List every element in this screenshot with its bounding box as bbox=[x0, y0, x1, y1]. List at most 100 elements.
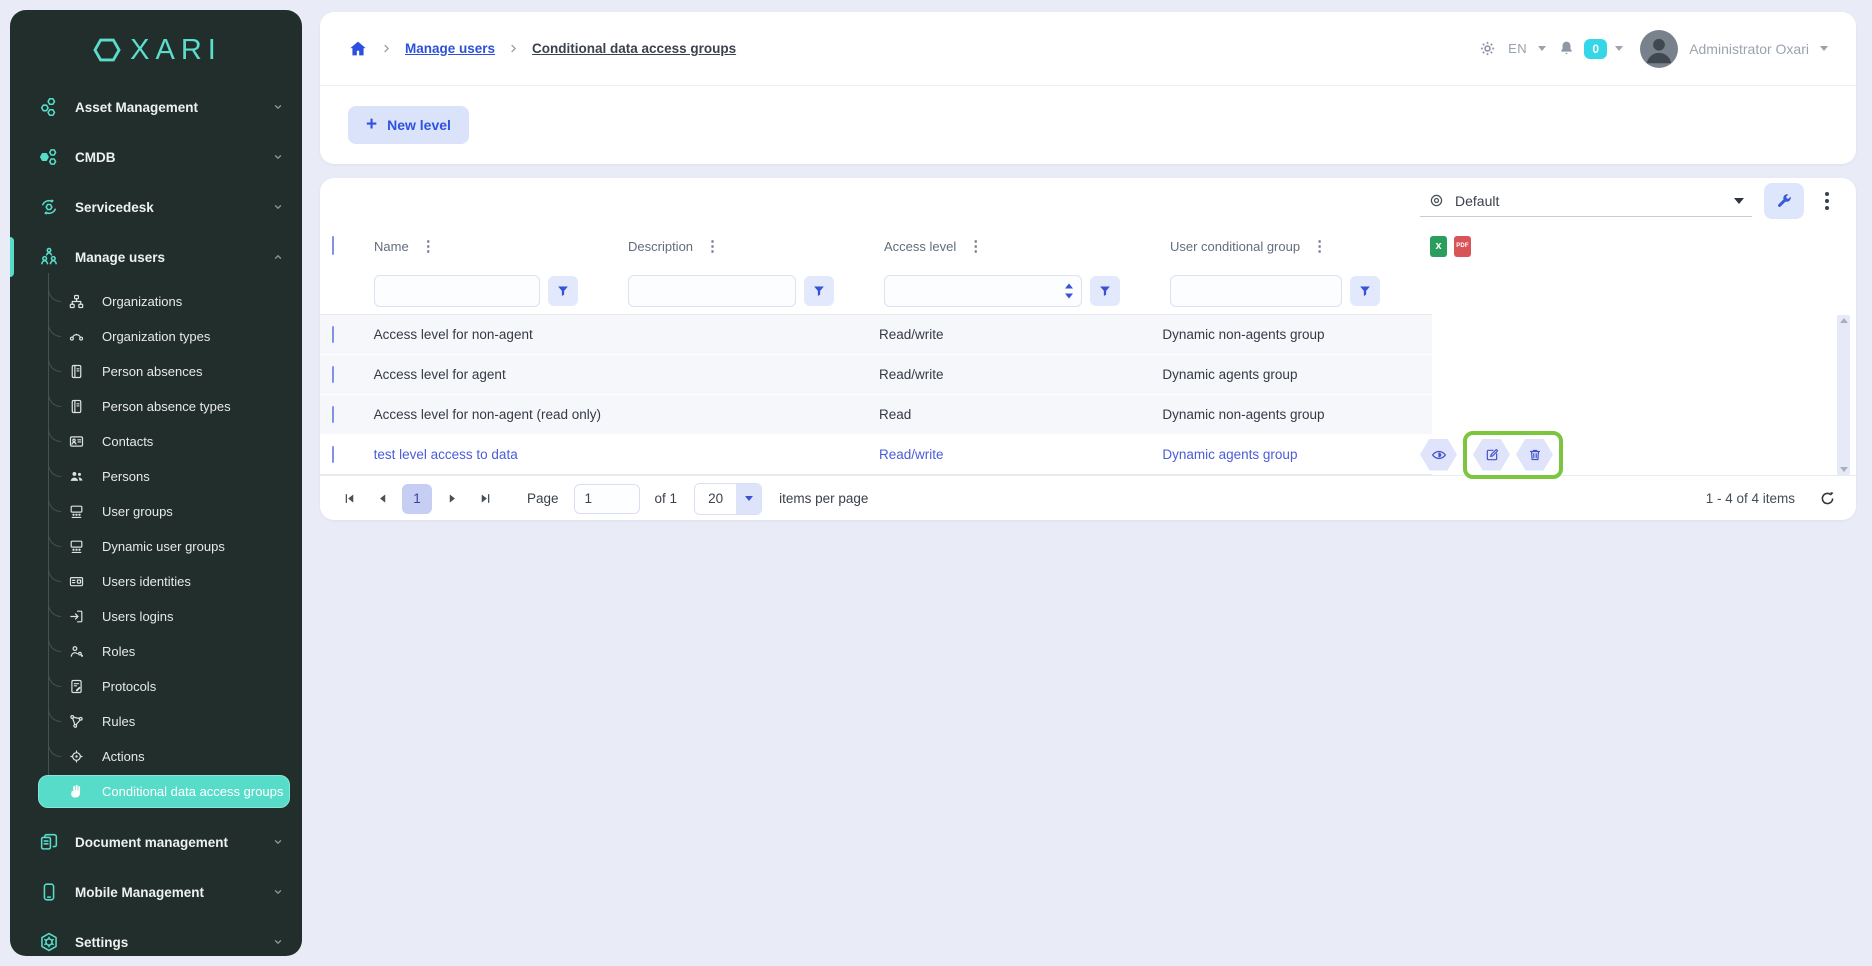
row-checkbox[interactable] bbox=[332, 446, 334, 463]
chevron-down-icon[interactable] bbox=[1820, 46, 1828, 51]
previous-page-button[interactable] bbox=[369, 486, 395, 512]
chevron-right-icon bbox=[508, 43, 519, 54]
sidebar-item-label: Organization types bbox=[102, 329, 210, 344]
sidebar-item-label: Conditional data access groups bbox=[102, 784, 283, 799]
view-selector-value: Default bbox=[1455, 193, 1724, 209]
bell-icon[interactable] bbox=[1557, 39, 1576, 58]
gear-icon[interactable] bbox=[1478, 39, 1497, 58]
user-name[interactable]: Administrator Oxari bbox=[1689, 41, 1809, 57]
sidebar-item-settings[interactable]: Settings bbox=[10, 917, 302, 956]
breadcrumb-link-manage-users[interactable]: Manage users bbox=[405, 41, 495, 56]
refresh-button[interactable] bbox=[1814, 486, 1840, 512]
edit-button[interactable] bbox=[1473, 439, 1510, 471]
row-checkbox[interactable] bbox=[332, 326, 334, 343]
next-page-button[interactable] bbox=[439, 486, 465, 512]
sidebar-item-document-management[interactable]: Document management bbox=[10, 817, 302, 867]
table-row[interactable]: Access level for non-agent (read only)Re… bbox=[320, 395, 1432, 435]
filter-button-name[interactable] bbox=[548, 276, 578, 306]
cell-name: Access level for non-agent bbox=[374, 327, 626, 342]
page-number-input[interactable] bbox=[574, 484, 640, 514]
delete-button[interactable] bbox=[1516, 439, 1553, 471]
trash-icon bbox=[1527, 447, 1543, 463]
id-card-icon bbox=[68, 573, 85, 590]
header-controls: EN 0 bbox=[1478, 30, 1828, 68]
notification-badge[interactable]: 0 bbox=[1584, 39, 1607, 59]
sidebar-item-mobile-management[interactable]: Mobile Management bbox=[10, 867, 302, 917]
current-page-button[interactable]: 1 bbox=[402, 484, 432, 514]
column-label: Name bbox=[374, 239, 409, 254]
page-size-select[interactable]: 20 bbox=[694, 483, 762, 515]
new-level-button[interactable]: + New level bbox=[348, 106, 469, 144]
column-menu-icon[interactable]: ⋮ bbox=[705, 239, 720, 254]
last-page-button[interactable] bbox=[472, 486, 498, 512]
filter-input-access-level[interactable] bbox=[884, 275, 1082, 307]
sidebar-item-asset-management[interactable]: Asset Management bbox=[10, 82, 302, 132]
row-checkbox[interactable] bbox=[332, 406, 334, 423]
first-page-button[interactable] bbox=[336, 486, 362, 512]
filter-button-description[interactable] bbox=[804, 276, 834, 306]
export-excel-icon[interactable]: x bbox=[1430, 236, 1447, 257]
highlight-annotation bbox=[1463, 431, 1563, 479]
sidebar-item-label: Users identities bbox=[102, 574, 191, 589]
page-of-label: of 1 bbox=[655, 491, 678, 506]
cell-access-level: Read/write bbox=[879, 327, 1162, 342]
chevron-down-icon[interactable] bbox=[1538, 46, 1546, 51]
select-all-checkbox[interactable] bbox=[332, 236, 334, 255]
column-menu-icon[interactable]: ⋮ bbox=[1312, 239, 1327, 254]
gear-icon bbox=[38, 931, 60, 953]
table-row[interactable]: test level access to dataRead/writeDynam… bbox=[320, 435, 1432, 475]
grid-rows: Access level for non-agent Read/writeDyna… bbox=[320, 314, 1432, 475]
chevron-down-icon bbox=[272, 151, 284, 163]
chevron-down-icon[interactable] bbox=[1615, 46, 1623, 51]
more-options-button[interactable] bbox=[1816, 183, 1838, 219]
column-header-user-conditional-group[interactable]: User conditional group ⋮ bbox=[1170, 239, 1430, 254]
sidebar-item-label: Settings bbox=[75, 935, 272, 950]
column-menu-icon[interactable]: ⋮ bbox=[968, 239, 983, 254]
sidebar-item-cmdb[interactable]: CMDB bbox=[10, 132, 302, 182]
new-level-label: New level bbox=[387, 117, 451, 133]
filter-input-group[interactable] bbox=[1170, 275, 1342, 307]
vertical-scrollbar[interactable] bbox=[1837, 315, 1850, 475]
filter-button-group[interactable] bbox=[1350, 276, 1380, 306]
view-selector[interactable]: Default bbox=[1420, 185, 1752, 217]
filter-input-description[interactable] bbox=[628, 275, 796, 307]
asset-icon bbox=[38, 96, 60, 118]
sidebar-item-conditional-data-access-groups[interactable]: Conditional data access groups bbox=[10, 774, 302, 809]
column-header-name[interactable]: Name ⋮ bbox=[374, 239, 628, 254]
column-header-access-level[interactable]: Access level ⋮ bbox=[884, 239, 1170, 254]
logo-hexagon-icon bbox=[90, 33, 124, 67]
view-button[interactable] bbox=[1420, 439, 1457, 471]
user-groups-icon bbox=[68, 503, 85, 520]
language-selector[interactable]: EN bbox=[1508, 41, 1527, 56]
sidebar-item-label: User groups bbox=[102, 504, 173, 519]
avatar[interactable] bbox=[1640, 30, 1678, 68]
cell-user-conditional-group: Dynamic non-agents group bbox=[1162, 327, 1420, 342]
main-content: Manage users Conditional data access gro… bbox=[320, 12, 1856, 520]
row-checkbox[interactable] bbox=[332, 366, 334, 383]
target-icon bbox=[68, 748, 85, 765]
refresh-icon bbox=[1819, 490, 1836, 507]
cell-name: test level access to data bbox=[374, 447, 626, 462]
logo-text: XARI bbox=[130, 34, 222, 67]
column-menu-icon[interactable]: ⋮ bbox=[421, 239, 436, 254]
table-row[interactable]: Access level for agentRead/writeDynamic … bbox=[320, 355, 1432, 395]
column-header-description[interactable]: Description ⋮ bbox=[628, 239, 884, 254]
contact-card-icon bbox=[68, 433, 85, 450]
scroll-down-icon[interactable] bbox=[1840, 467, 1848, 472]
row-actions bbox=[1420, 431, 1563, 479]
numeric-spinner[interactable] bbox=[1065, 284, 1073, 299]
home-icon[interactable] bbox=[348, 39, 368, 59]
chevron-down-icon bbox=[272, 836, 284, 848]
table-row[interactable]: Access level for non-agent Read/writeDyna… bbox=[320, 315, 1432, 355]
eye-icon bbox=[1431, 447, 1447, 463]
sidebar-item-servicedesk[interactable]: Servicedesk bbox=[10, 182, 302, 232]
chevron-up-icon bbox=[272, 251, 284, 263]
filter-input-name[interactable] bbox=[374, 275, 540, 307]
filter-button-access-level[interactable] bbox=[1090, 276, 1120, 306]
export-pdf-icon[interactable]: PDF bbox=[1454, 236, 1471, 257]
hand-icon bbox=[68, 783, 85, 800]
scroll-up-icon[interactable] bbox=[1840, 318, 1848, 323]
manage-users-icon bbox=[38, 246, 60, 268]
sidebar-nav: Asset ManagementCMDBServicedeskManage us… bbox=[10, 76, 302, 956]
grid-settings-button[interactable] bbox=[1764, 183, 1804, 219]
